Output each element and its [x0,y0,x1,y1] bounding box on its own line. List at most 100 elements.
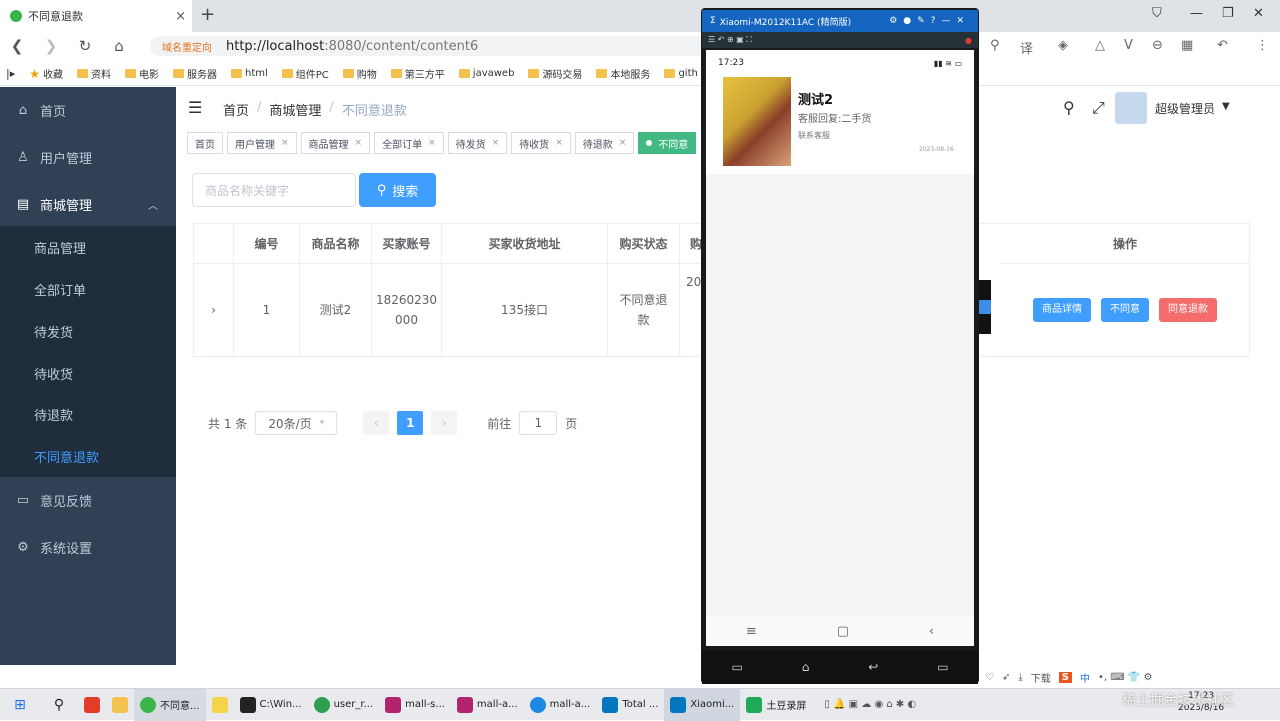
shield-ext-icon[interactable]: ◈ [1058,38,1068,53]
tag-close-icon[interactable]: × [555,138,563,148]
bookmark-item[interactable]: 服务器 [173,66,217,81]
ime-tools-icon[interactable]: •, ⌨ 👕 ⚙ [1098,672,1152,683]
tag-users[interactable]: 用户管理 × [227,132,297,154]
breadcrumb-mall[interactable]: 商城管理 [269,100,321,119]
tag-all-orders[interactable]: 全部订单 × [374,132,444,154]
tag-close-icon[interactable]: × [619,138,627,148]
row-expand-icon[interactable]: › [194,264,234,356]
goto-page-input[interactable]: 1 [519,411,558,435]
close-window-icon[interactable]: ✕ [1253,6,1264,21]
download-label[interactable]: 下载 [1031,670,1051,685]
sidebar-item-feedback[interactable]: ▭ 意见反馈 [0,477,176,523]
ext-circle-icon[interactable]: ⊖ [1152,38,1163,53]
tag-to-ship[interactable]: 待发货 × [447,132,508,154]
sogou-ime-icon[interactable]: S [1058,671,1072,683]
phone-contact-link[interactable]: 联系客服 [798,130,830,141]
taskbar-app-notes[interactable] [206,689,234,721]
search-toolbar-icon[interactable]: ⚲ [990,38,1000,53]
search-input[interactable]: 商品名称关键字 [192,173,356,207]
tag-home[interactable]: 首页 [187,132,223,154]
taskbar-app-xiaomi[interactable]: Xiaomi... [664,688,741,721]
back-icon[interactable]: ↩ [868,660,878,674]
sidebar-sub-to-receive[interactable]: 待收货 [0,352,176,394]
sidebar-item-users[interactable]: ♙ 用户管理 [0,134,176,180]
home-icon[interactable]: ⌂ [802,660,810,674]
phone-window-titlebar[interactable]: Σ Xiaomi-M2012K11AC (精简版) ⚙●✎?—✕ [702,10,978,32]
sidebar-item-home[interactable]: ⌂ 首页 [0,87,176,133]
taskbar-app-user[interactable]: user_r... [308,689,380,721]
tag-refund-denied[interactable]: 不同意 [638,132,697,154]
system-tray[interactable]: ▯ 🔔 ▣ ☁ ◉ ⌂ ✱ ◐ [818,689,922,721]
browser-tab[interactable]: 不同意退款 × [0,0,192,32]
fullscreen-icon[interactable]: ⤢ [1092,98,1105,118]
bookmark-item[interactable]: 购物 [342,66,377,81]
tag-close-icon[interactable]: × [428,138,436,148]
disagree-button[interactable]: 不同意 [1101,298,1149,322]
avatar[interactable] [1115,92,1147,124]
caret-down-icon[interactable]: ▼ [1222,101,1230,112]
windows-start-icon[interactable]: ⊞ [0,689,40,721]
username[interactable]: 超级管理员 [1155,100,1215,117]
download-icon[interactable]: ⤓ [1018,672,1022,683]
menu-icon[interactable]: ≡ [746,624,757,639]
back-arrow-icon[interactable]: ‹ [929,624,934,639]
phone-window-controls-icon[interactable]: ⚙●✎?—✕ [889,16,978,26]
grid-apps-icon[interactable]: ▦ [1181,38,1193,53]
agree-refund-button[interactable]: 同意退款 [1159,298,1217,322]
tag-products[interactable]: 商品管理 × [300,132,371,154]
translate-icon[interactable]: 译 [1020,38,1033,57]
taskbar-app-youdao[interactable] [78,689,106,721]
bookmark-item[interactable]: 组件PC [281,66,329,81]
product-detail-button[interactable]: 商品详情 [1033,298,1091,322]
sidebar-item-mall[interactable]: ▤ 商城管理 ︿ [0,181,176,227]
bookmark-item[interactable]: 资料 [77,66,111,81]
bookmark-toggle-icon[interactable]: |▸ [6,67,15,80]
recents-icon[interactable]: ▭ [937,660,948,674]
bookmark-item[interactable]: html [231,68,268,79]
search-button[interactable]: ⚲ 搜索 [359,173,436,207]
menu-icon[interactable]: ▭ [731,660,742,674]
more-menu-icon[interactable]: ⋮ [1256,38,1269,53]
minimize-icon[interactable]: — [1190,6,1203,21]
shirt-icon[interactable]: ⛉ [1152,6,1162,21]
rocket-icon[interactable]: ➶ [1002,672,1010,683]
forward-icon[interactable]: ❯ [34,37,68,55]
sidebar-sub-to-refund[interactable]: 待退款 [0,393,176,435]
ime-mode[interactable]: 中 [1080,670,1090,685]
sidebar-sub-to-ship[interactable]: 待发货 [0,310,176,352]
next-page-button[interactable]: › [431,411,458,435]
extension-icon[interactable]: △ [1095,38,1105,53]
search-taskbar-icon[interactable]: ⚲ [40,689,78,721]
phone-tool-icons[interactable]: ☰ ↶ ⊕ ▣ ⛶ [708,35,752,45]
hamburger-icon[interactable]: ☰ [188,98,202,117]
reload-icon[interactable]: ↻ [68,37,102,55]
taskbar-app-vscode[interactable]: mall-a... [524,689,597,721]
sidebar-sub-refund-denied[interactable]: 不同意退款 [0,435,176,477]
undo-icon[interactable]: ↶ [1217,38,1228,53]
back-icon[interactable]: ❮ [0,37,34,55]
url-field[interactable]: 域名重定向 http://localhost :8080/content/con… [150,36,710,56]
tag-close-icon[interactable]: × [281,138,289,148]
bookmark-item[interactable]: javaweb [458,68,514,79]
header-search-icon[interactable]: ⚲ [1063,98,1075,117]
sidebar-item-settings[interactable]: ⚙ 系统设置 [0,524,176,570]
tab-close-icon[interactable]: × [175,9,186,24]
taskbar-app-idea2[interactable]: mall-a... [451,689,524,721]
page-size-select[interactable]: 20条/页 ▾ [255,411,338,435]
restore-icon[interactable]: ❐ [1222,6,1234,21]
bookmark-item[interactable]: gith [664,68,698,79]
home-square-icon[interactable]: ▢ [837,624,849,639]
taskbar-app-browser[interactable]: 不同意... [134,688,206,721]
new-tab-button[interactable]: + [200,4,215,25]
bookmark-item[interactable]: 源码交易 [528,66,582,81]
home-button-icon[interactable]: ⌂ [102,37,136,55]
taskbar-app-total[interactable]: Total ... [596,689,664,721]
bookmark-item[interactable]: 电影 [125,66,159,81]
phone-record-icon[interactable]: ● [965,36,978,45]
bookmark-item[interactable]: 第三方平 [390,66,445,81]
tag-close-icon[interactable]: × [355,138,363,148]
taskbar-app-cmd[interactable]: C:\Win... [234,689,308,721]
tag-close-icon[interactable]: × [492,138,500,148]
taskbar-app-explorer[interactable] [106,689,134,721]
vue-ext-icon[interactable]: V [1124,38,1133,53]
